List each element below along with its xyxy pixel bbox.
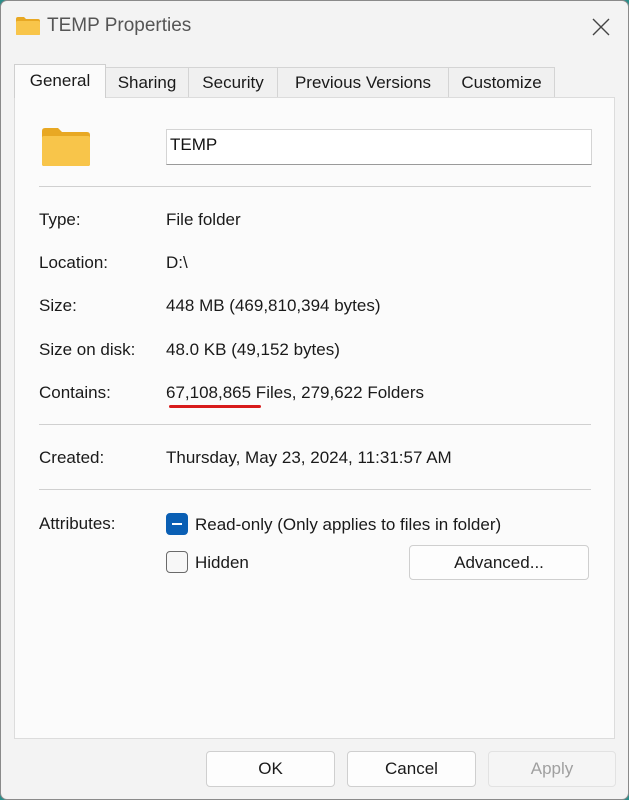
size-label: Size:: [39, 296, 77, 315]
divider: [39, 489, 591, 490]
advanced-button[interactable]: Advanced...: [409, 545, 589, 580]
hidden-checkbox[interactable]: [166, 551, 188, 573]
tab-sharing[interactable]: Sharing: [105, 67, 189, 97]
contains-value: 67,108,865 Files, 279,622 Folders: [166, 383, 425, 402]
tab-general[interactable]: General: [14, 64, 106, 98]
ok-button[interactable]: OK: [206, 751, 335, 787]
type-value: File folder: [166, 210, 241, 229]
size-on-disk-value: 48.0 KB (49,152 bytes): [166, 340, 340, 359]
tab-previous-versions[interactable]: Previous Versions: [277, 67, 449, 97]
close-icon: [592, 18, 610, 36]
general-panel: Type: File folder Location: D:\ Size: 44…: [14, 97, 615, 739]
created-value: Thursday, May 23, 2024, 11:31:57 AM: [166, 448, 452, 467]
cancel-button[interactable]: Cancel: [347, 751, 476, 787]
divider: [39, 186, 591, 187]
hidden-label[interactable]: Hidden: [195, 553, 249, 573]
folder-name-input[interactable]: [166, 129, 592, 165]
red-underline-annotation: [169, 405, 261, 408]
tab-security[interactable]: Security: [188, 67, 278, 97]
apply-button[interactable]: Apply: [488, 751, 616, 787]
divider: [39, 424, 591, 425]
location-label: Location:: [39, 253, 108, 272]
tab-strip: General Sharing Security Previous Versio…: [14, 64, 614, 98]
tab-customize[interactable]: Customize: [448, 67, 555, 97]
folder-icon: [16, 17, 40, 35]
attributes-label: Attributes:: [39, 514, 116, 533]
readonly-checkbox[interactable]: [166, 513, 188, 535]
location-value: D:\: [166, 253, 188, 272]
type-label: Type:: [39, 210, 81, 229]
size-on-disk-label: Size on disk:: [39, 340, 136, 359]
folder-icon: [42, 128, 90, 166]
properties-window: TEMP Properties General Sharing Security…: [0, 0, 629, 800]
close-button[interactable]: [574, 1, 628, 53]
contains-label: Contains:: [39, 383, 111, 402]
window-title: TEMP Properties: [47, 15, 192, 36]
readonly-label[interactable]: Read-only (Only applies to files in fold…: [195, 515, 501, 535]
title-bar[interactable]: TEMP Properties: [1, 1, 628, 53]
size-value: 448 MB (469,810,394 bytes): [166, 296, 381, 315]
created-label: Created:: [39, 448, 105, 467]
